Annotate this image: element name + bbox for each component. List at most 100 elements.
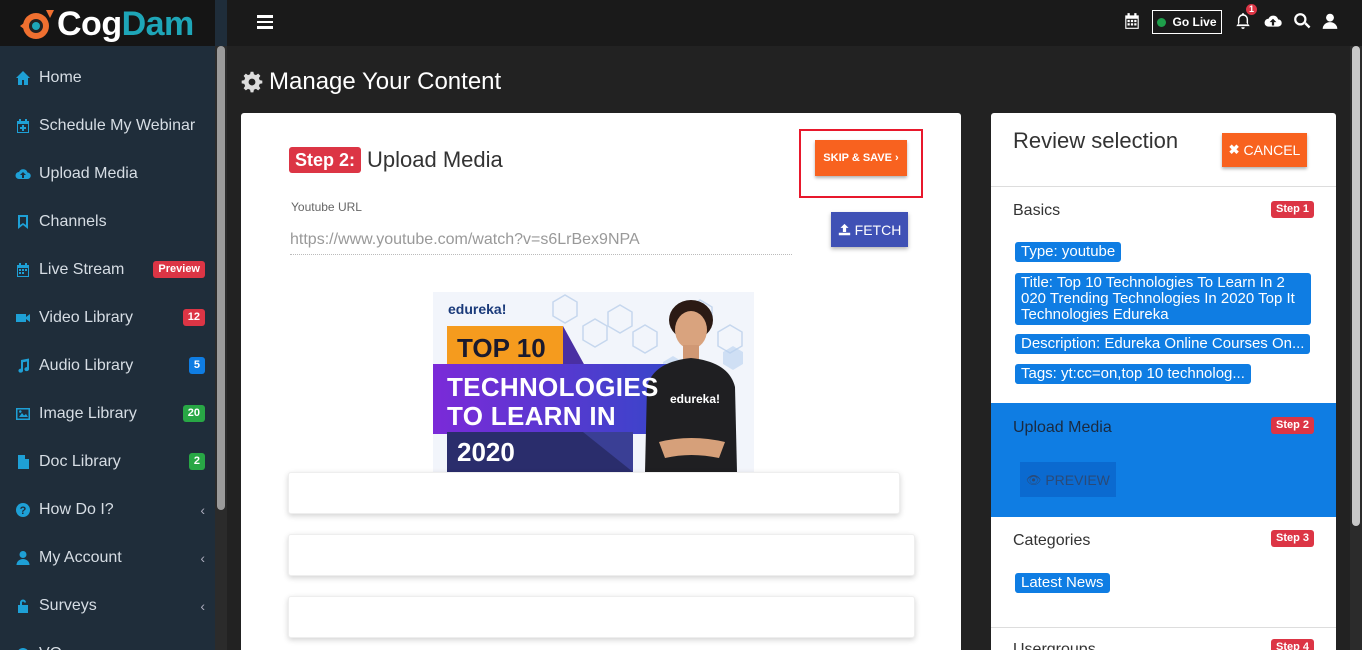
divider	[991, 186, 1336, 187]
cloud-upload-icon[interactable]	[1264, 12, 1282, 30]
upload-icon	[838, 223, 850, 236]
count-badge: 12	[182, 309, 205, 326]
sidebar-item-label: Schedule My Webinar	[39, 117, 196, 134]
fetch-label: FETCH	[854, 221, 902, 238]
thumbnail-line3: TO LEARN IN	[447, 401, 616, 431]
page-scrollbar-thumb[interactable]	[1352, 46, 1360, 526]
chevron-left-icon: ‹	[200, 502, 205, 518]
sidebar-item-my-account[interactable]: My Account ‹	[0, 534, 215, 582]
step-badge: Step 3	[1270, 530, 1314, 547]
thumbnail-brand: edureka!	[448, 301, 507, 317]
go-live-button[interactable]: Go Live	[1152, 10, 1222, 34]
sidebar-item-vo[interactable]: VO ‹	[0, 630, 215, 650]
sidebar-item-label: Live Stream	[39, 261, 125, 278]
user-icon[interactable]	[1321, 12, 1339, 30]
music-icon	[15, 358, 31, 374]
unlock-icon	[15, 598, 31, 614]
sidebar-item-video-library[interactable]: Video Library 12	[0, 294, 215, 342]
step-title: Upload Media	[367, 147, 503, 172]
category-tag: Latest News	[1015, 573, 1110, 593]
chevron-left-icon: ‹	[200, 598, 205, 614]
logo-text-dam: Dam	[121, 5, 195, 43]
sidebar-item-upload-media[interactable]: Upload Media	[0, 150, 215, 198]
file-icon	[15, 454, 31, 470]
sidebar-item-live-stream[interactable]: Live Stream Preview	[0, 246, 215, 294]
categories-heading[interactable]: Categories	[1013, 532, 1090, 550]
sidebar-item-label: How Do I?	[39, 501, 114, 518]
basics-tag-tags: Tags: yt:cc=on,top 10 technolog...	[1015, 364, 1251, 384]
count-badge: 2	[188, 453, 205, 470]
review-title: Review selection	[1013, 128, 1179, 153]
cancel-button[interactable]: ✖ CANCEL	[1222, 133, 1307, 167]
sidebar-item-schedule-webinar[interactable]: Schedule My Webinar	[0, 102, 215, 150]
sidebar-item-doc-library[interactable]: Doc Library 2	[0, 438, 215, 486]
sidebar-item-surveys[interactable]: Surveys ‹	[0, 582, 215, 630]
close-icon: ✖	[1228, 142, 1240, 157]
usergroups-heading[interactable]: Usergroups	[1013, 641, 1096, 650]
question-icon: ?	[15, 502, 31, 518]
sidebar-item-label: Audio Library	[39, 357, 134, 374]
sidebar-item-channels[interactable]: Channels	[0, 198, 215, 246]
calendar-icon	[15, 262, 31, 278]
calendar-icon[interactable]	[1123, 12, 1141, 30]
media-field-1[interactable]	[288, 472, 900, 514]
basics-tag-description: Description: Edureka Online Courses On..…	[1015, 334, 1311, 354]
logo[interactable]: CogDam	[0, 0, 215, 46]
sidebar-item-audio-library[interactable]: Audio Library 5	[0, 342, 215, 390]
sidebar-item-how-do-i[interactable]: ? How Do I? ‹	[0, 486, 215, 534]
thumbnail-shirt-text: edureka!	[670, 392, 721, 406]
notification-count-badge: 1	[1246, 4, 1258, 15]
review-selection-panel: Review selection ✖ CANCEL Basics Step 1 …	[991, 113, 1336, 650]
video-icon	[15, 310, 31, 326]
count-badge: 20	[182, 405, 205, 422]
media-field-3[interactable]	[288, 596, 915, 638]
fetch-button[interactable]: FETCH	[831, 212, 908, 247]
svg-text:?: ?	[20, 505, 27, 517]
basics-heading[interactable]: Basics	[1013, 202, 1060, 220]
home-icon	[15, 70, 31, 86]
basics-tag-title: Title: Top 10 Technologies To Learn In 2…	[1015, 273, 1311, 325]
sidebar-item-label: My Account	[39, 549, 122, 566]
image-icon	[15, 406, 31, 422]
circle-icon	[15, 646, 31, 650]
sidebar-item-home[interactable]: Home	[0, 54, 215, 102]
preview-label: PREVIEW	[1045, 471, 1110, 488]
skip-and-save-button[interactable]: SKIP & SAVE ›	[815, 140, 907, 176]
page-title: Manage Your Content	[241, 68, 501, 96]
upload-media-card: Step 2: Upload Media SKIP & SAVE › Youtu…	[241, 113, 961, 650]
step-badge: Step 1	[1270, 201, 1314, 218]
upload-media-heading: Upload Media	[1013, 419, 1112, 436]
sidebar-item-label: Surveys	[39, 597, 97, 614]
logo-text-cog: Cog	[57, 5, 122, 43]
chevron-left-icon: ‹	[200, 646, 205, 650]
sidebar-item-label: VO	[39, 645, 62, 650]
eye-icon: 👁	[1026, 472, 1042, 487]
step-badge: Step 4	[1270, 639, 1314, 650]
youtube-url-input[interactable]	[290, 225, 792, 255]
step-badge: Step 2	[1270, 417, 1314, 434]
upload-media-section[interactable]: Upload Media Step 2 👁 PREVIEW	[991, 403, 1336, 517]
thumbnail-line1: TOP 10	[457, 333, 546, 363]
chevron-left-icon: ‹	[200, 550, 205, 566]
sidebar-item-label: Doc Library	[39, 453, 121, 470]
sidebar-item-label: Upload Media	[39, 165, 138, 182]
preview-button[interactable]: 👁 PREVIEW	[1020, 462, 1116, 497]
thumbnail-line4: 2020	[457, 437, 515, 467]
search-icon[interactable]	[1293, 12, 1311, 30]
sidebar: CogDam Home Schedule My Webinar Upload M…	[0, 0, 227, 650]
cancel-label: CANCEL	[1243, 142, 1301, 158]
live-status-dot	[1157, 17, 1167, 27]
step-pill: Step 2:	[289, 147, 362, 173]
logo-mark-icon	[20, 10, 54, 39]
calendar-plus-icon	[15, 118, 31, 134]
hamburger-menu-icon[interactable]	[257, 15, 273, 29]
sidebar-scrollbar-thumb[interactable]	[217, 46, 225, 510]
sidebar-menu: Home Schedule My Webinar Upload Media Ch…	[0, 54, 215, 650]
sidebar-item-image-library[interactable]: Image Library 20	[0, 390, 215, 438]
video-thumbnail[interactable]: edureka! TOP 10 TECHNOLOGIES TO LEARN IN…	[433, 292, 754, 472]
count-badge: 5	[188, 357, 205, 374]
step-header: Step 2: Upload Media	[289, 147, 503, 173]
youtube-url-label: Youtube URL	[291, 200, 362, 214]
gear-icon	[241, 71, 263, 93]
media-field-2[interactable]	[288, 534, 915, 576]
